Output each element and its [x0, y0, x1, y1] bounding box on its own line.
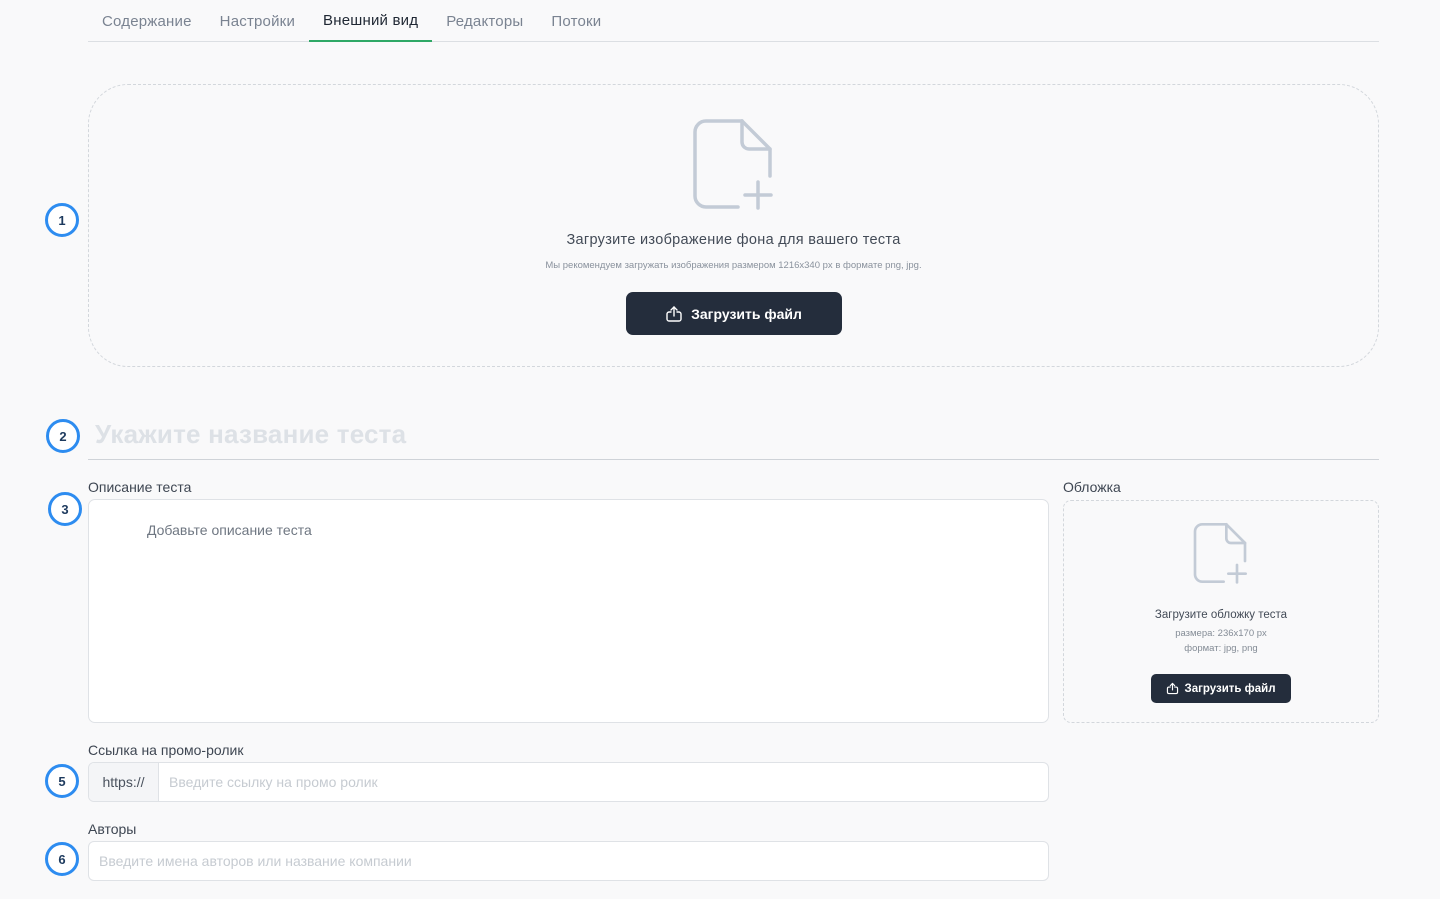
upload-icon — [1166, 682, 1179, 695]
upload-cover-button[interactable]: Загрузить файл — [1151, 674, 1291, 703]
step-marker-6: 6 — [45, 842, 79, 876]
step-marker-1: 1 — [45, 203, 79, 237]
description-label: Описание теста — [88, 479, 192, 495]
authors-label: Авторы — [88, 821, 137, 837]
tab-content[interactable]: Содержание — [88, 0, 206, 41]
upload-cover-label: Загрузить файл — [1184, 682, 1276, 695]
cover-size: размера: 236х170 px — [1175, 628, 1267, 639]
cover-title: Загрузите обложку теста — [1154, 609, 1288, 621]
upload-background-label: Загрузить файл — [691, 305, 802, 322]
cover-label: Обложка — [1063, 479, 1121, 495]
file-plus-icon — [692, 118, 776, 210]
authors-input[interactable] — [88, 841, 1049, 881]
promo-label: Ссылка на промо-ролик — [88, 742, 244, 758]
tab-appearance[interactable]: Внешний вид — [309, 0, 433, 42]
promo-link-input[interactable] — [159, 763, 1048, 801]
test-title-input[interactable]: Укажите название теста — [88, 416, 1379, 460]
file-plus-icon — [1193, 522, 1249, 584]
step-marker-2: 2 — [46, 419, 80, 453]
step-marker-3: 3 — [48, 492, 82, 526]
dropzone-title: Загрузите изображение фона для вашего те… — [566, 232, 901, 248]
cover-format: формат: jpg, png — [1184, 643, 1258, 654]
background-dropzone[interactable]: Загрузите изображение фона для вашего те… — [88, 84, 1379, 367]
cover-requirements: размера: 236х170 px формат: jpg, png — [1175, 626, 1267, 656]
tab-editors[interactable]: Редакторы — [432, 0, 537, 41]
upload-icon — [665, 305, 683, 323]
tab-bar: Содержание Настройки Внешний вид Редакто… — [88, 0, 1379, 42]
promo-input-group: https:// — [88, 762, 1049, 802]
description-textarea[interactable]: Добавьте описание теста — [88, 499, 1049, 723]
cover-dropzone[interactable]: Загрузите обложку теста размера: 236х170… — [1063, 500, 1379, 723]
upload-background-button[interactable]: Загрузить файл — [625, 292, 842, 335]
promo-prefix: https:// — [89, 763, 159, 801]
tab-settings[interactable]: Настройки — [206, 0, 309, 41]
tab-streams[interactable]: Потоки — [537, 0, 615, 41]
dropzone-hint: Мы рекомендуем загружать изображения раз… — [545, 260, 922, 271]
step-marker-5: 5 — [45, 764, 79, 798]
